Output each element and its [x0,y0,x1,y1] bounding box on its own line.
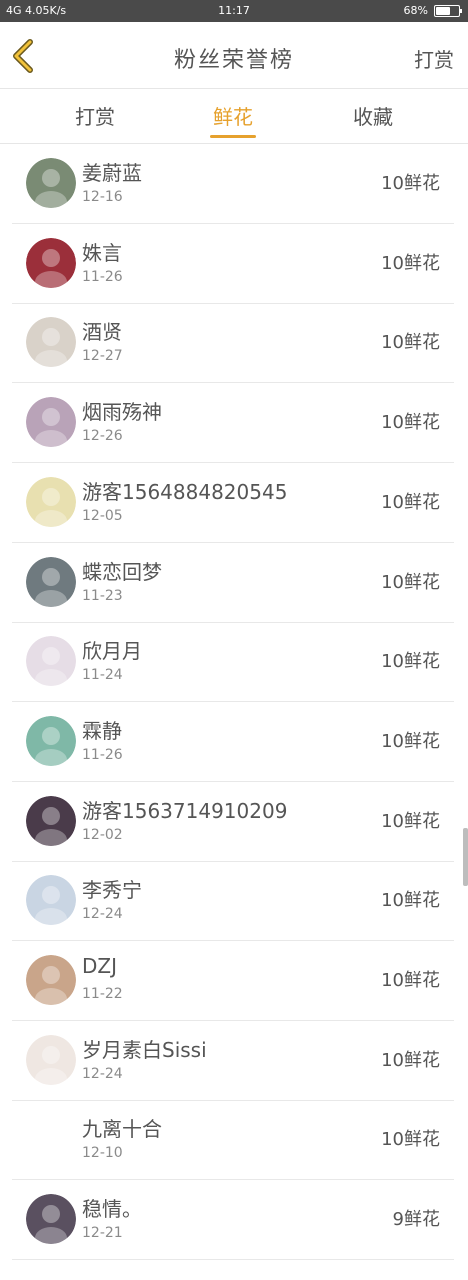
fan-date: 12-05 [82,507,123,524]
fan-date: 11-23 [82,587,123,604]
avatar[interactable] [26,317,76,368]
fan-date: 12-24 [82,1065,123,1082]
avatar[interactable] [26,715,76,766]
avatar[interactable] [26,636,76,687]
battery-icon [434,4,462,17]
fan-name: 蝶恋回梦 [82,559,162,584]
gift-count: 10鲜花 [381,173,440,194]
gift-count: 10鲜花 [381,651,440,673]
list-item[interactable]: 李秀宁 12-24 10鲜花 [12,861,454,942]
fan-name: 姜蔚蓝 [82,161,142,185]
fan-name: 酒贤 [82,320,122,345]
fan-name: DZJ [82,954,117,978]
list-item[interactable]: 烟雨殇神 12-26 10鲜花 [12,383,454,464]
header: 粉丝荣誉榜 打赏 [0,22,468,89]
avatar[interactable] [26,556,76,607]
fan-name: 姝言 [82,240,122,265]
fan-date: 12-27 [82,348,123,365]
reward-button[interactable]: 打赏 [414,44,454,73]
fan-date: 12-16 [82,189,123,205]
gift-count: 10鲜花 [381,970,440,991]
list-item[interactable]: 霖静 11-26 10鲜花 [12,702,454,782]
avatar[interactable] [26,476,76,527]
avatar[interactable] [26,1114,76,1165]
fan-name: 岁月素白Sissi [82,1037,207,1062]
avatar[interactable] [26,875,76,926]
tab-favorites[interactable]: 收藏 [328,101,418,130]
avatar[interactable] [26,1034,76,1085]
list-item[interactable]: 姝言 11-26 10鲜花 [12,224,454,304]
list-item[interactable]: DZJ 11-22 10鲜花 [12,941,454,1021]
list-item[interactable]: 岁月素白Sissi 12-24 10鲜花 [12,1021,454,1101]
gift-count: 10鲜花 [381,1049,440,1071]
fan-name: 欣月月 [82,639,142,664]
gift-count: 10鲜花 [381,571,440,593]
gift-count: 10鲜花 [381,332,440,354]
fan-date: 11-24 [82,667,123,684]
avatar[interactable] [26,237,76,288]
status-bar: 4G 4.05K/s 11:17 68% [0,0,468,22]
gift-count: 10鲜花 [381,1129,440,1151]
fan-date: 12-24 [82,906,123,923]
fan-date: 12-21 [82,1225,123,1242]
gift-count: 10鲜花 [381,890,440,912]
list-item[interactable]: 酒贤 12-27 10鲜花 [12,303,454,384]
tab-flowers-label: 鲜花 [213,105,253,129]
fan-name: 九离十合 [82,1117,162,1142]
fan-date: 12-26 [82,428,123,445]
list-item[interactable]: 蝶恋回梦 11-23 10鲜花 [12,543,454,623]
gift-count: 10鲜花 [381,412,440,434]
list-item[interactable]: 九离十合 12-10 10鲜花 [12,1100,454,1181]
status-right: 68% [403,4,462,17]
fan-date: 12-10 [82,1145,123,1162]
fan-name: 稳情。 [82,1197,142,1222]
fan-name: 烟雨殇神 [82,400,162,425]
clock: 11:17 [218,4,250,17]
list-item[interactable]: 游客1564884820545 12-05 10鲜花 [12,463,454,543]
fan-date: 12-02 [82,826,123,843]
tab-reward[interactable]: 打赏 [50,101,140,130]
page-title: 粉丝荣誉榜 [173,48,294,73]
gift-count: 10鲜花 [381,810,440,832]
list-item[interactable]: 欣月月 11-24 10鲜花 [12,622,454,703]
list-item[interactable]: 游客1563714910209 12-02 10鲜花 [12,782,454,862]
list-item[interactable]: 姜蔚蓝 12-16 10鲜花 [12,144,454,224]
fan-date: 11-26 [82,746,123,763]
gift-count: 9鲜花 [392,1209,440,1231]
fan-date: 11-22 [82,986,123,1002]
avatar[interactable] [26,1194,76,1245]
fan-date: 11-26 [82,268,123,285]
tab-bar: 打赏 鲜花 收藏 [0,89,468,144]
gift-count: 10鲜花 [381,491,440,513]
battery-percent: 68% [403,4,428,17]
gift-count: 10鲜花 [381,730,440,752]
avatar[interactable] [26,795,76,846]
gift-count: 10鲜花 [381,252,440,274]
fan-name: 霖静 [82,718,122,743]
avatar[interactable] [26,397,76,448]
list-item[interactable]: 稳情。 12-21 9鲜花 [12,1180,454,1261]
fan-name: 游客1563714910209 [82,798,288,823]
scrollbar-thumb[interactable] [463,828,468,886]
fan-name: 李秀宁 [82,878,142,903]
tab-flowers[interactable]: 鲜花 [188,101,278,138]
active-tab-indicator [210,135,256,138]
avatar[interactable] [26,158,76,208]
avatar[interactable] [26,955,76,1005]
fan-name: 游客1564884820545 [82,479,288,504]
